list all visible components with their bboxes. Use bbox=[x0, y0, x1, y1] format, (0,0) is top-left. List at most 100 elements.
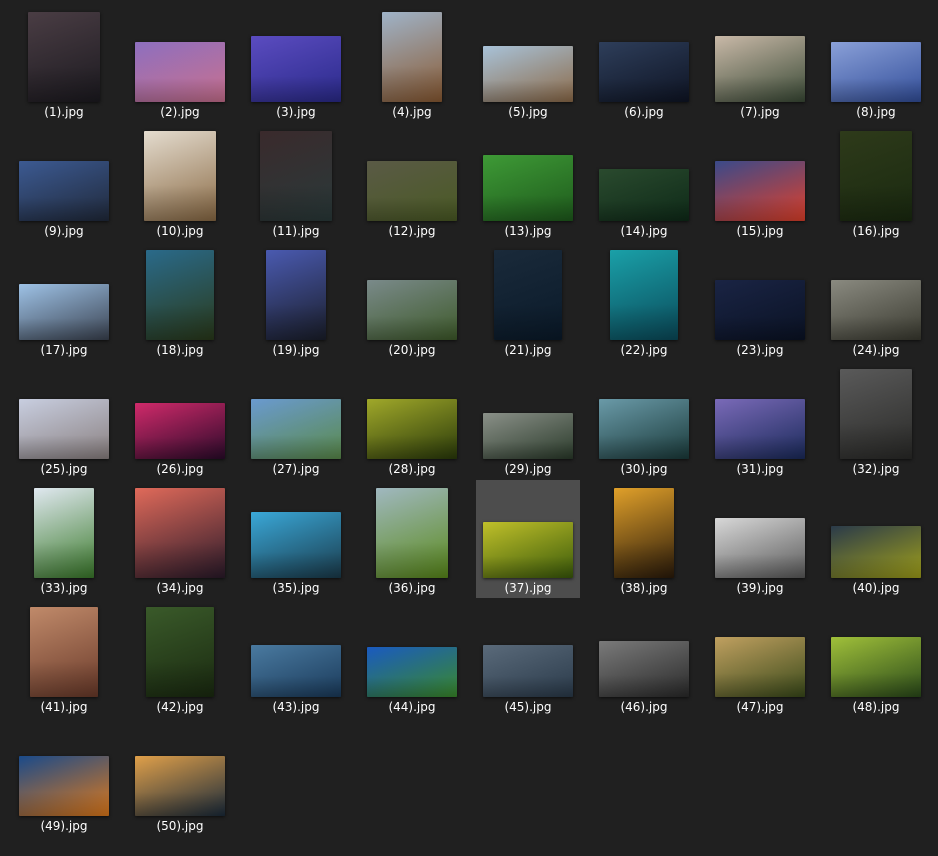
thumbnail-frame bbox=[12, 599, 116, 697]
file-item[interactable]: (49).jpg bbox=[12, 718, 116, 836]
file-item[interactable]: (30).jpg bbox=[592, 361, 696, 479]
file-item[interactable]: (37).jpg bbox=[476, 480, 580, 598]
thumbnail-frame bbox=[708, 4, 812, 102]
file-item[interactable]: (10).jpg bbox=[128, 123, 232, 241]
file-item[interactable]: (41).jpg bbox=[12, 599, 116, 717]
file-item[interactable]: (34).jpg bbox=[128, 480, 232, 598]
image-thumbnail bbox=[831, 280, 921, 340]
file-item[interactable]: (1).jpg bbox=[12, 4, 116, 122]
file-name-label: (6).jpg bbox=[624, 105, 664, 119]
file-item[interactable]: (45).jpg bbox=[476, 599, 580, 717]
file-item[interactable]: (43).jpg bbox=[244, 599, 348, 717]
file-item[interactable]: (8).jpg bbox=[824, 4, 928, 122]
file-item[interactable]: (29).jpg bbox=[476, 361, 580, 479]
image-thumbnail bbox=[599, 42, 689, 102]
thumbnail-frame bbox=[12, 123, 116, 221]
file-name-label: (38).jpg bbox=[620, 581, 668, 595]
file-item[interactable]: (23).jpg bbox=[708, 242, 812, 360]
file-name-label: (13).jpg bbox=[504, 224, 552, 238]
file-item[interactable]: (46).jpg bbox=[592, 599, 696, 717]
image-thumbnail bbox=[251, 36, 341, 102]
file-item[interactable]: (32).jpg bbox=[824, 361, 928, 479]
thumbnail-frame bbox=[128, 480, 232, 578]
image-thumbnail bbox=[610, 250, 678, 340]
file-item[interactable]: (6).jpg bbox=[592, 4, 696, 122]
file-item[interactable]: (21).jpg bbox=[476, 242, 580, 360]
file-item[interactable]: (15).jpg bbox=[708, 123, 812, 241]
file-item[interactable]: (39).jpg bbox=[708, 480, 812, 598]
thumbnail-frame bbox=[12, 480, 116, 578]
file-item[interactable]: (4).jpg bbox=[360, 4, 464, 122]
file-item[interactable]: (38).jpg bbox=[592, 480, 696, 598]
file-item[interactable]: (28).jpg bbox=[360, 361, 464, 479]
file-item[interactable]: (25).jpg bbox=[12, 361, 116, 479]
thumbnail-frame bbox=[244, 123, 348, 221]
file-name-label: (45).jpg bbox=[504, 700, 552, 714]
file-item[interactable]: (3).jpg bbox=[244, 4, 348, 122]
file-item[interactable]: (16).jpg bbox=[824, 123, 928, 241]
file-item[interactable]: (42).jpg bbox=[128, 599, 232, 717]
file-name-label: (47).jpg bbox=[736, 700, 784, 714]
file-name-label: (29).jpg bbox=[504, 462, 552, 476]
file-item[interactable]: (20).jpg bbox=[360, 242, 464, 360]
file-name-label: (44).jpg bbox=[388, 700, 436, 714]
file-item[interactable]: (17).jpg bbox=[12, 242, 116, 360]
file-item[interactable]: (48).jpg bbox=[824, 599, 928, 717]
file-item[interactable]: (44).jpg bbox=[360, 599, 464, 717]
file-name-label: (15).jpg bbox=[736, 224, 784, 238]
file-item[interactable]: (5).jpg bbox=[476, 4, 580, 122]
file-name-label: (21).jpg bbox=[504, 343, 552, 357]
file-item[interactable]: (9).jpg bbox=[12, 123, 116, 241]
image-thumbnail bbox=[376, 488, 448, 578]
file-item[interactable]: (47).jpg bbox=[708, 599, 812, 717]
thumbnail-frame bbox=[824, 4, 928, 102]
thumbnail-frame bbox=[12, 718, 116, 816]
thumbnail-frame bbox=[476, 599, 580, 697]
file-item[interactable]: (11).jpg bbox=[244, 123, 348, 241]
file-item[interactable]: (18).jpg bbox=[128, 242, 232, 360]
thumbnail-frame bbox=[476, 361, 580, 459]
thumbnail-frame bbox=[824, 123, 928, 221]
image-thumbnail bbox=[831, 42, 921, 102]
file-name-label: (35).jpg bbox=[272, 581, 320, 595]
file-item[interactable]: (22).jpg bbox=[592, 242, 696, 360]
thumbnail-frame bbox=[128, 242, 232, 340]
file-item[interactable]: (35).jpg bbox=[244, 480, 348, 598]
file-item[interactable]: (27).jpg bbox=[244, 361, 348, 479]
file-item[interactable]: (40).jpg bbox=[824, 480, 928, 598]
thumbnail-frame bbox=[476, 242, 580, 340]
file-item[interactable]: (33).jpg bbox=[12, 480, 116, 598]
thumbnail-frame bbox=[360, 4, 464, 102]
file-item[interactable]: (31).jpg bbox=[708, 361, 812, 479]
file-item[interactable]: (14).jpg bbox=[592, 123, 696, 241]
file-item[interactable]: (26).jpg bbox=[128, 361, 232, 479]
file-item[interactable]: (24).jpg bbox=[824, 242, 928, 360]
image-thumbnail bbox=[251, 399, 341, 459]
image-thumbnail bbox=[599, 169, 689, 221]
image-thumbnail bbox=[144, 131, 216, 221]
file-name-label: (48).jpg bbox=[852, 700, 900, 714]
file-name-label: (25).jpg bbox=[40, 462, 88, 476]
file-name-label: (26).jpg bbox=[156, 462, 204, 476]
file-item[interactable]: (36).jpg bbox=[360, 480, 464, 598]
file-name-label: (34).jpg bbox=[156, 581, 204, 595]
file-item[interactable]: (19).jpg bbox=[244, 242, 348, 360]
thumbnail-frame bbox=[360, 599, 464, 697]
file-name-label: (42).jpg bbox=[156, 700, 204, 714]
thumbnail-frame bbox=[244, 480, 348, 578]
file-name-label: (16).jpg bbox=[852, 224, 900, 238]
image-thumbnail bbox=[19, 161, 109, 221]
file-item[interactable]: (50).jpg bbox=[128, 718, 232, 836]
file-item[interactable]: (2).jpg bbox=[128, 4, 232, 122]
thumbnail-frame bbox=[708, 480, 812, 578]
image-thumbnail bbox=[135, 756, 225, 816]
file-item[interactable]: (13).jpg bbox=[476, 123, 580, 241]
file-item[interactable]: (12).jpg bbox=[360, 123, 464, 241]
file-name-label: (49).jpg bbox=[40, 819, 88, 833]
image-thumbnail bbox=[715, 518, 805, 578]
file-name-label: (20).jpg bbox=[388, 343, 436, 357]
file-item[interactable]: (7).jpg bbox=[708, 4, 812, 122]
image-thumbnail bbox=[135, 488, 225, 578]
image-thumbnail bbox=[483, 522, 573, 578]
thumbnail-frame bbox=[244, 361, 348, 459]
